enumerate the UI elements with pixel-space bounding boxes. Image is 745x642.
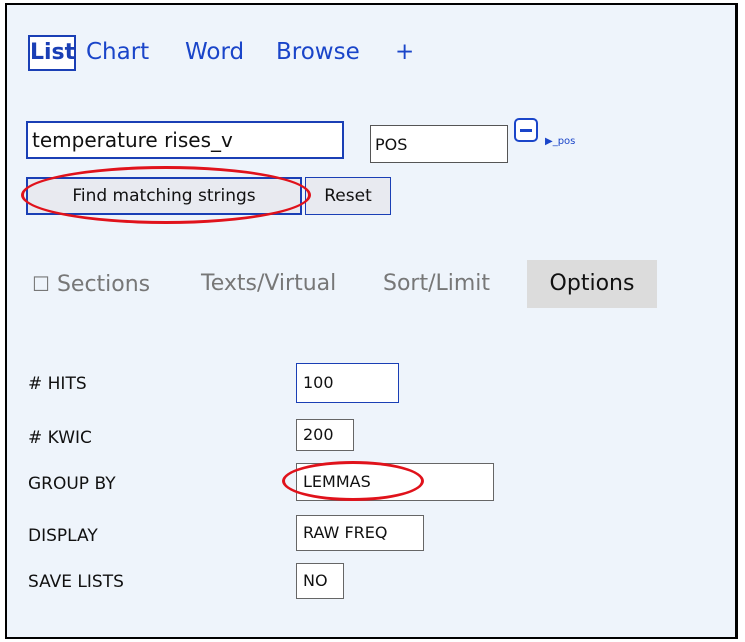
pos-input[interactable] (370, 125, 508, 163)
hits-field[interactable]: 100 (296, 363, 399, 403)
option-label-kwic: # KWIC (28, 428, 92, 448)
tab-texts-virtual[interactable]: Texts/Virtual (201, 269, 336, 299)
save-lists-field[interactable]: NO (296, 563, 344, 599)
option-label-group-by: GROUP BY (28, 474, 116, 494)
tab-list[interactable]: List (28, 35, 76, 71)
tab-word[interactable]: Word (185, 37, 244, 67)
search-input[interactable] (26, 121, 344, 159)
tab-sort-limit[interactable]: Sort/Limit (383, 269, 490, 299)
tab-options[interactable]: Options (527, 260, 657, 308)
app-frame: List Chart Word Browse + ▶_pos Find matc… (5, 3, 738, 639)
pos-hint[interactable]: ▶_pos (545, 136, 575, 148)
minus-square-icon[interactable] (514, 118, 538, 142)
tab-browse[interactable]: Browse (276, 37, 360, 67)
option-label-hits: # HITS (28, 374, 87, 394)
checkbox-icon[interactable]: ☐ (32, 272, 50, 296)
display-field[interactable]: RAW FREQ (296, 515, 424, 551)
option-label-save-lists: SAVE LISTS (28, 572, 124, 592)
tab-add[interactable]: + (395, 37, 414, 67)
triangle-right-icon: ▶ (545, 136, 553, 147)
find-matching-strings-button[interactable]: Find matching strings (26, 177, 302, 215)
group-by-field[interactable]: LEMMAS (296, 463, 494, 501)
tab-chart[interactable]: Chart (86, 37, 149, 67)
sections-toggle[interactable]: ☐ Sections (32, 269, 150, 300)
kwic-field[interactable]: 200 (296, 419, 354, 451)
reset-button[interactable]: Reset (305, 177, 391, 215)
sections-label: Sections (56, 272, 151, 297)
option-label-display: DISPLAY (28, 526, 98, 546)
